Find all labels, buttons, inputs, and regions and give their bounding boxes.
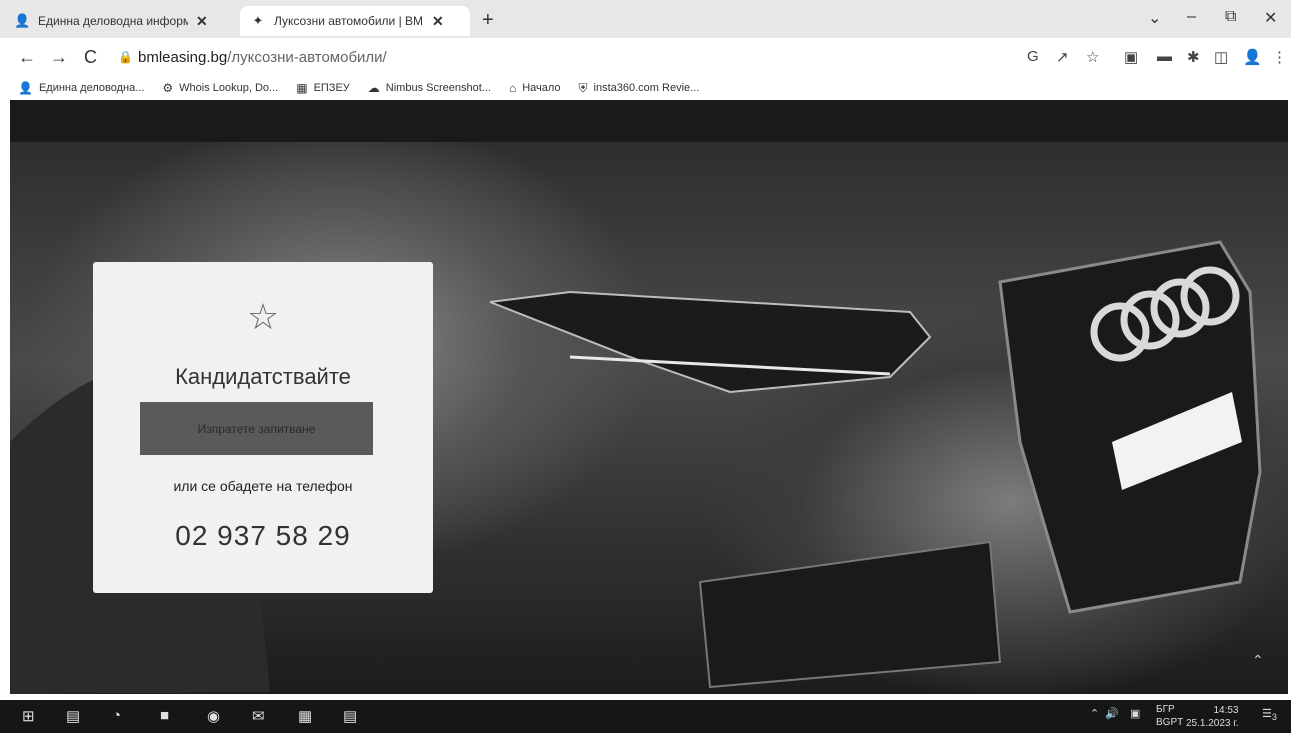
call-prompt: или се обадете на телефон — [173, 478, 353, 494]
bookmark-label: Whois Lookup, Do... — [179, 82, 279, 94]
windows-start-icon[interactable]: ⊞ — [22, 707, 35, 725]
puzzle-icon[interactable]: ✱ — [1187, 48, 1200, 66]
back-button[interactable]: ← — [18, 47, 36, 68]
edge-icon[interactable]: ◔ — [112, 707, 121, 724]
forward-button[interactable]: → — [50, 47, 68, 68]
tab-bmleasing[interactable]: ✦ Луксозни автомобили | BM Le ✕ — [240, 6, 470, 36]
bookmark-nachalo[interactable]: ⌂ Начало — [509, 81, 561, 95]
card-heading: Кандидатствайте — [175, 364, 351, 389]
bookmark-nimbus[interactable]: ☁ Nimbus Screenshot... — [368, 81, 491, 95]
star-icon: ☆ — [246, 296, 280, 337]
tab-title: Луксозни автомобили | BM Le — [274, 14, 424, 28]
tab-search-button[interactable]: ⌄ — [1148, 8, 1161, 28]
notifications-icon[interactable]: ☰3 — [1262, 707, 1277, 722]
bookmark-whois[interactable]: ⚙ Whois Lookup, Do... — [162, 81, 278, 95]
bookmark-epzeu[interactable]: ▦ ЕПЗЕУ — [296, 81, 350, 95]
bookmark-label: insta360.com Revie... — [593, 82, 700, 94]
clock-date: 25.1.2023 г. — [1186, 718, 1239, 729]
notifications-count: 3 — [1271, 712, 1277, 723]
side-panel-icon[interactable]: ◫ — [1214, 48, 1228, 66]
shield-icon: ⛨ — [578, 80, 588, 95]
address-bar: ← → C 🔒 bmleasing.bg/луксозни-автомобили… — [0, 38, 1291, 76]
network-icon[interactable]: ▣ — [1130, 707, 1140, 720]
nimbus-icon: ☁ — [367, 81, 380, 95]
language-indicator[interactable]: БГР BGPT — [1156, 703, 1183, 729]
bookmark-edinna[interactable]: 👤 Единна деловодна... — [18, 81, 144, 95]
bookmarks-bar: 👤 Единна деловодна... ⚙ Whois Lookup, Do..… — [0, 76, 1291, 100]
excel-icon[interactable]: ▦ — [298, 707, 312, 725]
reload-button[interactable]: C — [84, 47, 97, 68]
header-band — [10, 100, 1288, 142]
url-field[interactable]: bmleasing.bg/луксозни-автомобили/ — [138, 49, 387, 66]
minimize-button[interactable]: – — [1187, 8, 1196, 26]
url-host: bmleasing.bg — [138, 49, 228, 66]
tab-close-button[interactable]: ✕ — [432, 13, 444, 30]
google-icon[interactable]: G — [1027, 48, 1039, 65]
bookmark-insta360[interactable]: ⛨ insta360.com Revie... — [579, 81, 700, 96]
outlook-icon[interactable]: ✉ — [252, 707, 265, 725]
menu-icon[interactable]: ⋮ — [1272, 48, 1287, 66]
language-code: БГР — [1156, 704, 1175, 715]
tray-chevron-icon[interactable]: ⌃ — [1090, 707, 1099, 720]
restore-button[interactable]: ⧉ — [1225, 8, 1236, 26]
tab-edinna[interactable]: 👤 Единна деловодна информаци ✕ — [14, 6, 234, 36]
profile-icon[interactable]: 👤 — [1243, 48, 1262, 66]
page-content: ☆ Кандидатствайте Изпратете запитване ил… — [10, 100, 1288, 694]
file-explorer-icon[interactable]: ■ — [160, 707, 169, 724]
person-icon: 👤 — [18, 81, 33, 95]
gear-icon: ⚙ — [162, 81, 174, 95]
home-icon: ⌂ — [508, 81, 517, 95]
clock[interactable]: 14:53 25.1.2023 г. — [1186, 704, 1238, 730]
bookmark-star-icon[interactable]: ☆ — [1086, 48, 1099, 66]
bookmark-label: Nimbus Screenshot... — [385, 82, 491, 94]
bm-logo-icon: ✦ — [252, 13, 264, 28]
person-icon: 👤 — [14, 13, 31, 28]
extension-icon[interactable]: ▬ — [1157, 48, 1172, 65]
folder-icon: ▦ — [296, 81, 308, 95]
bookmark-label: Начало — [522, 82, 561, 94]
extension-n-icon[interactable]: ▣ — [1124, 48, 1138, 66]
volume-icon[interactable]: 🔊 — [1105, 707, 1119, 720]
scroll-to-top-button[interactable]: ⌃ — [1252, 652, 1264, 669]
lock-icon[interactable]: 🔒 — [118, 50, 133, 64]
share-icon[interactable]: ↗ — [1056, 48, 1069, 66]
phone-number[interactable]: 02 937 58 29 — [93, 520, 433, 552]
app-icon[interactable]: ◉ — [207, 707, 220, 725]
bookmark-label: Единна деловодна... — [38, 82, 145, 94]
clock-time: 14:53 — [1213, 705, 1239, 716]
url-path: /луксозни-автомобили/ — [227, 49, 387, 66]
taskbar: ⊞ ▤ ◔ ■ ◉ ✉ ▦ ▤ ⌃ 🔊 ▣ БГР BGPT 14:53 25.… — [0, 700, 1291, 733]
bookmark-label: ЕПЗЕУ — [313, 82, 350, 94]
close-window-button[interactable]: ✕ — [1264, 8, 1277, 28]
send-inquiry-button[interactable]: Изпратете запитване — [140, 402, 373, 455]
tab-close-button[interactable]: ✕ — [196, 13, 208, 30]
layout-code: BGPT — [1156, 717, 1184, 728]
tab-title: Единна деловодна информаци — [38, 14, 188, 28]
new-tab-button[interactable]: + — [482, 9, 494, 32]
word-icon[interactable]: ▤ — [343, 707, 357, 725]
tab-strip: 👤 Единна деловодна информаци ✕ ✦ Луксозн… — [0, 0, 1291, 38]
apply-card: ☆ Кандидатствайте Изпратете запитване ил… — [93, 262, 433, 593]
task-view-icon[interactable]: ▤ — [66, 707, 80, 725]
